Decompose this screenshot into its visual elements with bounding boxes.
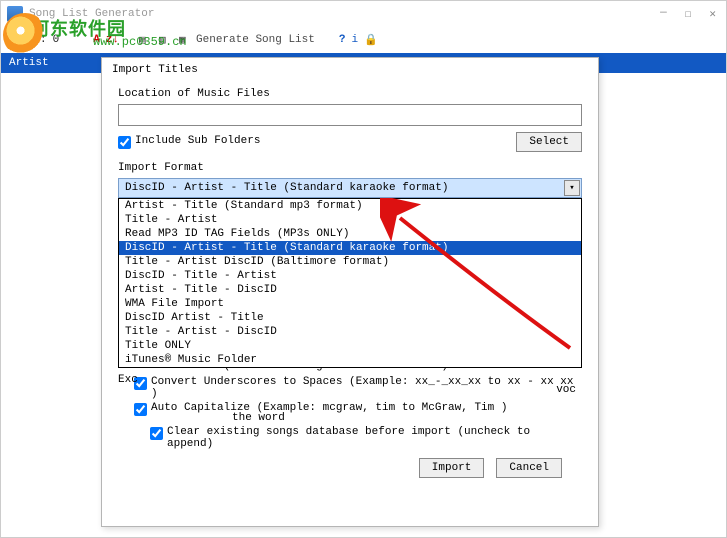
- dropdown-option[interactable]: DiscID Artist - Title: [119, 311, 581, 325]
- sort-asc-button[interactable]: A: [93, 34, 100, 46]
- list-icon: ▦: [179, 33, 193, 47]
- maximize-button[interactable]: ☐: [685, 7, 692, 21]
- dropdown-option[interactable]: Artist - Title (Standard mp3 format): [119, 199, 581, 213]
- info-icon: i: [351, 34, 358, 46]
- dropdown-option[interactable]: DiscID - Artist - Title (Standard karaok…: [119, 241, 581, 255]
- toolbar-icon-2[interactable]: ▥: [159, 33, 173, 47]
- the-word-text: the word: [232, 412, 285, 424]
- dropdown-option[interactable]: Title - Artist DiscID (Baltimore format): [119, 255, 581, 269]
- toolbar-icon-1[interactable]: ▤: [139, 33, 153, 47]
- location-input[interactable]: [118, 104, 582, 126]
- help-icon: ?: [339, 34, 346, 46]
- generate-label: Generate Song List: [196, 34, 315, 46]
- auto-capitalize-label: Auto Capitalize (Example: mcgraw, tim to…: [151, 402, 507, 414]
- dialog-buttons: Import Cancel: [118, 452, 582, 478]
- auto-correction-group: Auto Correction (does not change actual …: [118, 360, 582, 416]
- chevron-down-icon[interactable]: ▾: [564, 180, 580, 196]
- main-toolbar: 河东软件园 www.pc0359.cn Songs: 0 A z↓ ▤ ▥ ▦G…: [1, 27, 726, 53]
- auto-capitalize-input[interactable]: [134, 403, 147, 416]
- clear-database-input[interactable]: [150, 427, 163, 440]
- dropdown-option[interactable]: Read MP3 ID TAG Fields (MP3s ONLY): [119, 227, 581, 241]
- generate-song-list-button[interactable]: ▦Generate Song List: [179, 33, 315, 47]
- import-format-combo[interactable]: DiscID - Artist - Title (Standard karaok…: [118, 178, 582, 198]
- import-format-label: Import Format: [118, 162, 582, 174]
- select-button[interactable]: Select: [516, 132, 582, 152]
- songs-label: Songs:: [7, 34, 47, 46]
- clear-database-label: Clear existing songs database before imp…: [167, 426, 582, 450]
- location-group: Location of Music Files Include Sub Fold…: [118, 88, 582, 152]
- clear-database-checkbox[interactable]: Clear existing songs database before imp…: [150, 426, 582, 450]
- dropdown-option[interactable]: WMA File Import: [119, 297, 581, 311]
- sort-a-icon: A: [93, 34, 100, 46]
- cancel-button[interactable]: Cancel: [496, 458, 562, 478]
- include-sub-label: Include Sub Folders: [135, 135, 260, 147]
- lock-icon: 🔒: [364, 33, 378, 47]
- location-label: Location of Music Files: [118, 88, 582, 100]
- doc2-icon: ▥: [159, 33, 173, 47]
- dropdown-option[interactable]: Title - Artist - DiscID: [119, 325, 581, 339]
- lock-button[interactable]: 🔒: [364, 33, 378, 47]
- help-button[interactable]: ?: [339, 34, 346, 46]
- column-artist[interactable]: Artist: [9, 57, 49, 69]
- import-format-group: Import Format DiscID - Artist - Title (S…: [118, 162, 582, 198]
- import-button[interactable]: Import: [419, 458, 485, 478]
- include-sub-input[interactable]: [118, 136, 131, 149]
- dropdown-option[interactable]: Artist - Title - DiscID: [119, 283, 581, 297]
- dropdown-option[interactable]: Title - Artist: [119, 213, 581, 227]
- dropdown-option[interactable]: iTunes® Music Folder: [119, 353, 581, 367]
- minimize-button[interactable]: —: [660, 7, 667, 21]
- dropdown-option[interactable]: DiscID - Title - Artist: [119, 269, 581, 283]
- dialog-title: Import Titles: [102, 58, 598, 84]
- import-titles-dialog: Import Titles Location of Music Files In…: [101, 57, 599, 527]
- songs-count: 0: [53, 34, 60, 46]
- exclude-stub: Exc: [118, 374, 138, 386]
- combo-selected-value[interactable]: DiscID - Artist - Title (Standard karaok…: [118, 178, 582, 198]
- info-button[interactable]: i: [351, 34, 358, 46]
- convert-underscores-checkbox[interactable]: Convert Underscores to Spaces (Example: …: [134, 376, 582, 400]
- convert-underscores-label: Convert Underscores to Spaces (Example: …: [151, 376, 582, 400]
- include-sub-checkbox[interactable]: Include Sub Folders: [118, 135, 260, 149]
- window-title: Song List Generator: [29, 8, 660, 20]
- sort-desc-button[interactable]: z↓: [106, 34, 119, 46]
- dropdown-option[interactable]: Title ONLY: [119, 339, 581, 353]
- app-icon: [7, 6, 23, 22]
- auto-capitalize-checkbox[interactable]: Auto Capitalize (Example: mcgraw, tim to…: [134, 402, 582, 416]
- import-format-dropdown: Artist - Title (Standard mp3 format)Titl…: [118, 198, 582, 368]
- close-button[interactable]: ✕: [709, 7, 716, 21]
- sort-z-icon: z↓: [106, 34, 119, 46]
- doc-icon: ▤: [139, 33, 153, 47]
- window-titlebar: Song List Generator — ☐ ✕: [1, 1, 726, 27]
- voc-tail: voc: [556, 384, 576, 396]
- window-controls: — ☐ ✕: [660, 7, 716, 21]
